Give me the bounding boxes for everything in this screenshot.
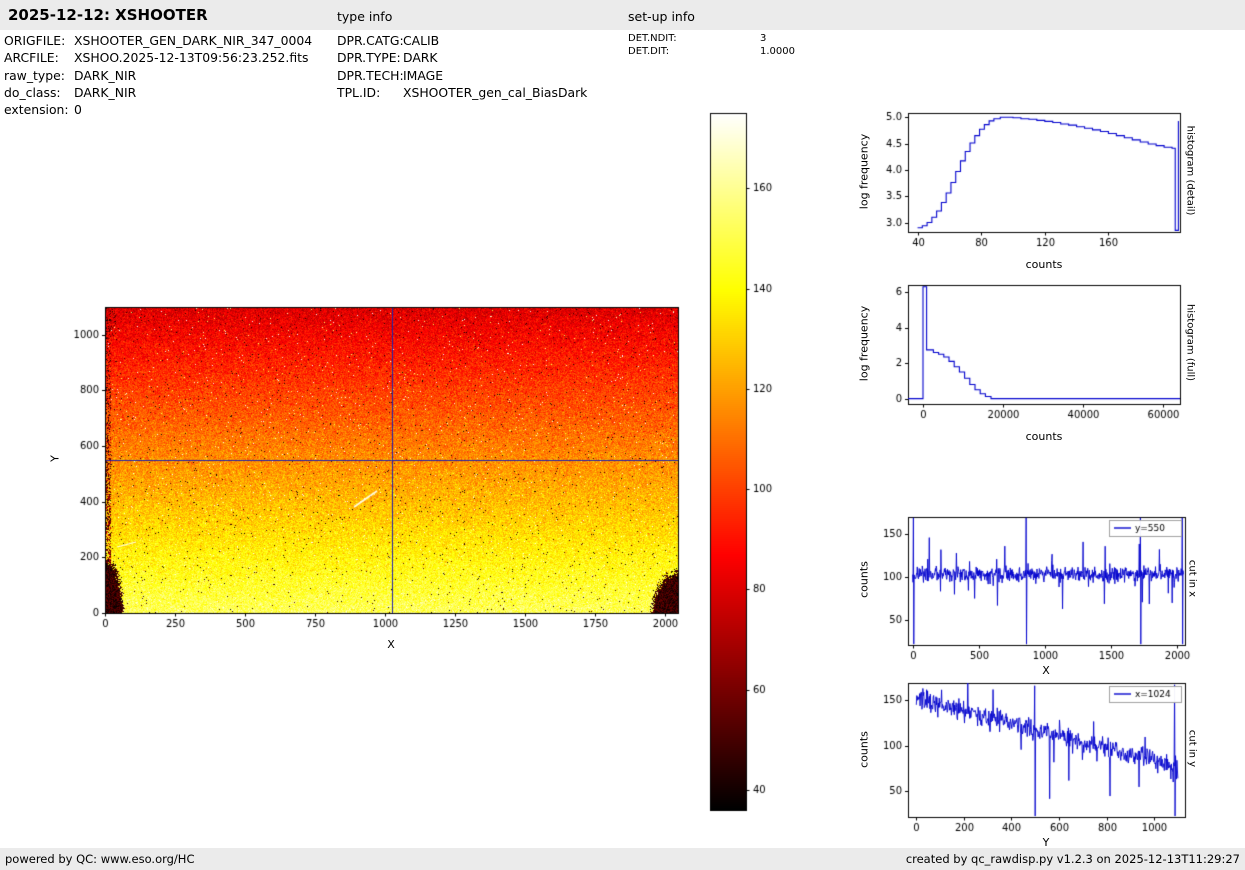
type-info-heading: type info (337, 9, 392, 24)
field-value: 0 (74, 101, 82, 118)
footer-left: powered by QC: www.eso.org/HC (5, 848, 194, 870)
file-info-block: ORIGFILE:XSHOOTER_GEN_DARK_NIR_347_0004 … (4, 32, 312, 118)
hist-detail-side-label: histogram (detail) (1185, 71, 1196, 271)
cut-y-side-label: cut in y (1187, 649, 1198, 849)
hist-detail-y-axis-label: log frequency (858, 72, 871, 272)
field-value: IMAGE (403, 67, 443, 84)
detector-y-axis-label: Y (49, 359, 62, 559)
cut-y-y-axis-label: counts (858, 650, 871, 850)
field-value: XSHOOTER_GEN_DARK_NIR_347_0004 (74, 32, 312, 49)
cut-y-canvas (870, 674, 1210, 846)
field-value: CALIB (403, 32, 439, 49)
field-value: DARK_NIR (74, 84, 136, 101)
setup-info-heading: set-up info (628, 9, 695, 24)
file-info-row: do_class:DARK_NIR (4, 84, 312, 101)
header-bar: 2025-12-12: XSHOOTER type info set-up in… (0, 0, 1245, 30)
type-info-block: DPR.CATG:CALIB DPR.TYPE:DARK DPR.TECH:IM… (337, 32, 587, 101)
field-value: 1.0000 (760, 46, 795, 59)
hist-full-x-axis-label: counts (944, 430, 1144, 443)
footer-right: created by qc_rawdisp.py v1.2.3 on 2025-… (906, 848, 1240, 870)
file-info-row: extension:0 (4, 101, 312, 118)
footer-bar: powered by QC: www.eso.org/HC created by… (0, 848, 1245, 870)
field-label: raw_type: (4, 67, 74, 84)
field-label: DPR.TECH: (337, 67, 403, 84)
setup-info-row: DET.DIT:1.0000 (628, 46, 795, 59)
cut-x-x-axis-label: X (946, 664, 1146, 677)
field-value: DARK_NIR (74, 67, 136, 84)
setup-info-row: DET.NDIT:3 (628, 33, 795, 46)
type-info-row: DPR.TYPE:DARK (337, 49, 587, 66)
type-info-row: DPR.TECH:IMAGE (337, 67, 587, 84)
hist-detail-canvas (870, 104, 1200, 256)
hist-full-canvas (870, 276, 1200, 428)
field-value: 3 (760, 33, 766, 46)
field-label: DPR.CATG: (337, 32, 403, 49)
hist-detail-x-axis-label: counts (944, 258, 1144, 271)
type-info-row: TPL.ID:XSHOOTER_gen_cal_BiasDark (337, 84, 587, 101)
field-value: XSHOO.2025-12-13T09:56:23.252.fits (74, 49, 308, 66)
field-label: DET.DIT: (628, 46, 760, 59)
file-info-row: raw_type:DARK_NIR (4, 67, 312, 84)
qc-report-page: 2025-12-12: XSHOOTER type info set-up in… (0, 0, 1245, 870)
detector-x-axis-label: X (291, 638, 491, 651)
hist-full-side-label: histogram (full) (1185, 243, 1196, 443)
field-label: ARCFILE: (4, 49, 74, 66)
file-info-row: ARCFILE:XSHOO.2025-12-13T09:56:23.252.fi… (4, 49, 312, 66)
hist-full-y-axis-label: log frequency (858, 244, 871, 444)
setup-info-block: DET.NDIT:3 DET.DIT:1.0000 (628, 33, 795, 58)
field-label: DET.NDIT: (628, 33, 760, 46)
colorbar-canvas (705, 108, 795, 818)
field-value: XSHOOTER_gen_cal_BiasDark (403, 84, 587, 101)
detector-image-canvas (50, 290, 710, 655)
field-label: TPL.ID: (337, 84, 403, 101)
field-label: do_class: (4, 84, 74, 101)
field-label: extension: (4, 101, 74, 118)
field-label: DPR.TYPE: (337, 49, 403, 66)
type-info-row: DPR.CATG:CALIB (337, 32, 587, 49)
cut-x-canvas (870, 508, 1210, 668)
page-title: 2025-12-12: XSHOOTER (8, 6, 208, 24)
field-value: DARK (403, 49, 438, 66)
file-info-row: ORIGFILE:XSHOOTER_GEN_DARK_NIR_347_0004 (4, 32, 312, 49)
field-label: ORIGFILE: (4, 32, 74, 49)
